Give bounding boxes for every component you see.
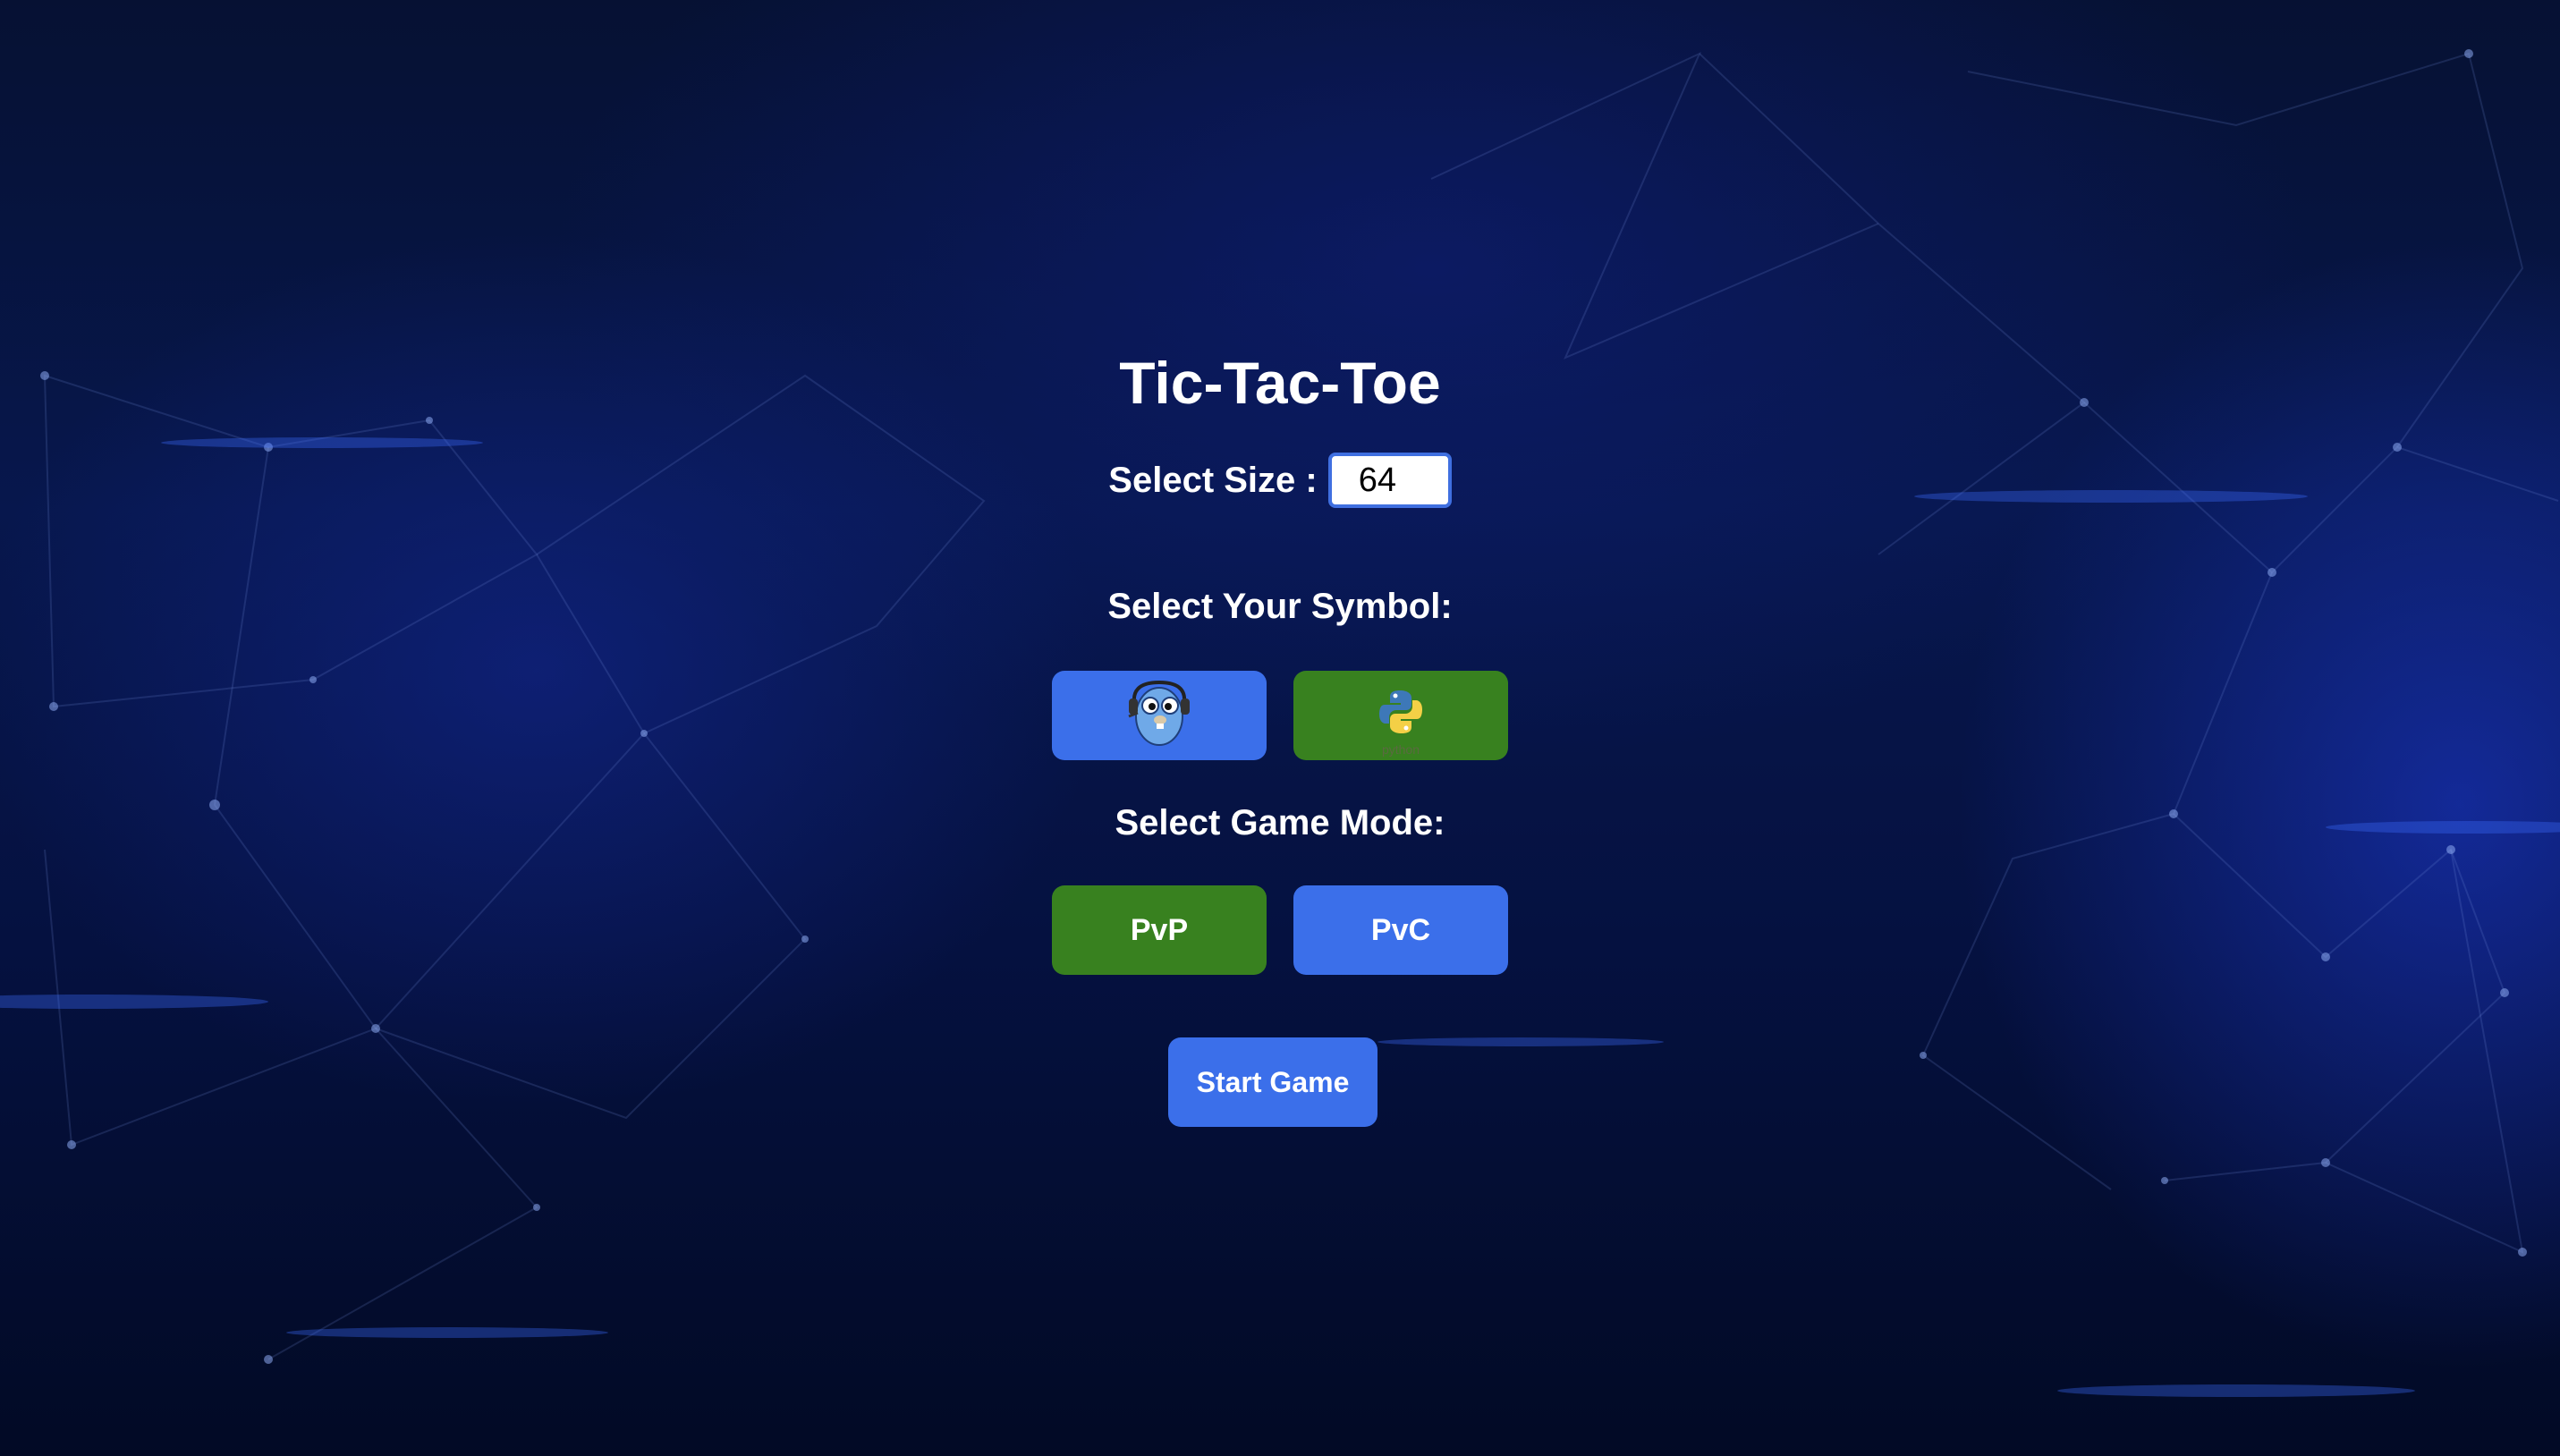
page-title: Tic-Tac-Toe xyxy=(1119,350,1441,416)
symbol-section-label: Select Your Symbol: xyxy=(1107,587,1453,626)
symbol-python-button[interactable]: python xyxy=(1293,671,1508,760)
mode-options: PvP PvC xyxy=(0,885,2560,975)
python-logo-icon xyxy=(1376,687,1426,745)
pvc-button[interactable]: PvC xyxy=(1293,885,1508,975)
size-label: Select Size : xyxy=(1108,460,1318,500)
start-game-button[interactable]: Start Game xyxy=(1168,1037,1377,1127)
size-row: Select Size : xyxy=(0,453,2560,508)
gopher-mascot-icon xyxy=(1125,675,1193,757)
pvp-button[interactable]: PvP xyxy=(1052,885,1267,975)
symbol-gopher-button[interactable] xyxy=(1052,671,1267,760)
python-caption: python xyxy=(1381,742,1420,757)
mode-section-label: Select Game Mode: xyxy=(1115,803,1445,842)
symbol-options: python xyxy=(0,671,2560,760)
game-setup-panel: Tic-Tac-Toe Select Size : Select Your Sy… xyxy=(0,0,2560,1456)
size-input[interactable] xyxy=(1327,453,1452,508)
